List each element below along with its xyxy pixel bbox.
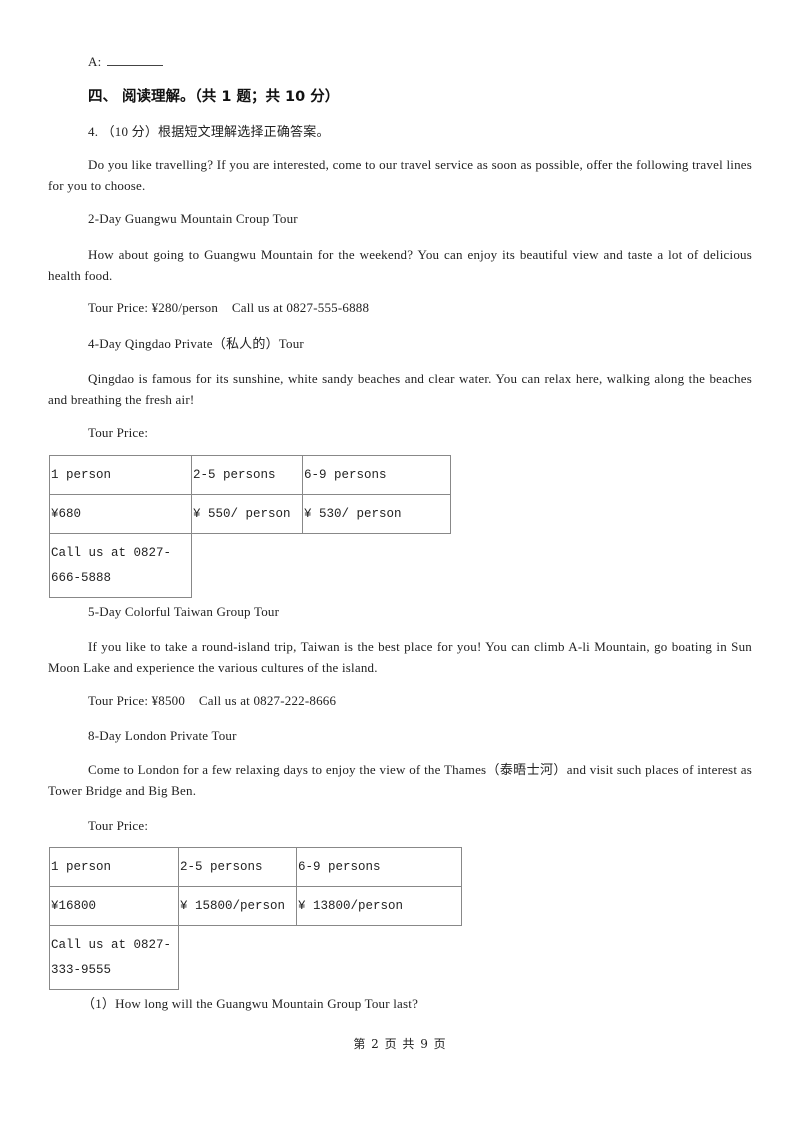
page-footer: 第 2 页 共 9 页 xyxy=(353,1037,447,1051)
answer-blank xyxy=(107,54,164,66)
table-cell: ¥ 13800/person xyxy=(296,886,462,926)
tour-price-guangwu: Tour Price: ¥280/person Call us at 0827-… xyxy=(88,300,370,315)
tour-title-guangwu: 2-Day Guangwu Mountain Croup Tour xyxy=(88,211,298,226)
tour-description-taiwan: If you like to take a round-island trip,… xyxy=(48,639,752,675)
empty-cell xyxy=(179,926,297,990)
empty-cell xyxy=(297,926,462,990)
table-row: ¥16800 ¥ 15800/person ¥ 13800/person xyxy=(49,886,462,926)
table-cell: 6-9 persons xyxy=(302,455,451,495)
sub-question-1: （1）How long will the Guangwu Mountain Gr… xyxy=(82,996,419,1011)
table-cell: 6-9 persons xyxy=(296,847,462,887)
table-row: Call us at 0827- 666-5888 xyxy=(49,533,451,598)
tour-title-qingdao: 4-Day Qingdao Private（私人的）Tour xyxy=(88,336,304,351)
price-table-qingdao: 1 person 2-5 persons 6-9 persons ¥680 ¥ … xyxy=(49,455,451,598)
table-cell-contact: Call us at 0827- 333-9555 xyxy=(49,925,179,990)
table-cell: 1 person xyxy=(49,455,192,495)
tour-description-qingdao: Qingdao is famous for its sunshine, whit… xyxy=(48,371,752,407)
section-heading: 四、 阅读理解。（共 1 题；共 10 分） xyxy=(88,89,340,105)
answer-prefix: A: xyxy=(88,54,102,69)
tour-price-taiwan: Tour Price: ¥8500 Call us at 0827-222-86… xyxy=(88,693,337,708)
answer-line-row: A: xyxy=(88,54,164,70)
table-row: 1 person 2-5 persons 6-9 persons xyxy=(49,847,462,887)
table-row: Call us at 0827- 333-9555 xyxy=(49,925,462,990)
contact-line: Call us at 0827- xyxy=(51,545,172,560)
table-cell: ¥ 15800/person xyxy=(178,886,297,926)
tour-description-guangwu: How about going to Guangwu Mountain for … xyxy=(48,247,752,283)
contact-line: Call us at 0827- xyxy=(51,937,172,952)
tour-price-label-qingdao: Tour Price: xyxy=(88,425,149,440)
intro-paragraph: Do you like travelling? If you are inter… xyxy=(48,157,752,193)
table-cell: 2-5 persons xyxy=(191,455,303,495)
tour-title-london: 8-Day London Private Tour xyxy=(88,728,237,743)
price-table-london: 1 person 2-5 persons 6-9 persons ¥16800 … xyxy=(49,847,462,990)
table-row: 1 person 2-5 persons 6-9 persons xyxy=(49,455,451,495)
table-cell: ¥ 530/ person xyxy=(302,494,451,534)
contact-line: 666-5888 xyxy=(51,570,112,585)
contact-line: 333-9555 xyxy=(51,962,112,977)
tour-description-london: Come to London for a few relaxing days t… xyxy=(48,762,752,798)
table-cell: ¥16800 xyxy=(49,886,179,926)
table-row: ¥680 ¥ 550/ person ¥ 530/ person xyxy=(49,494,451,534)
question-intro: 4. （10 分）根据短文理解选择正确答案。 xyxy=(88,124,330,139)
empty-cell xyxy=(303,534,451,598)
table-cell: ¥ 550/ person xyxy=(191,494,303,534)
table-cell: 2-5 persons xyxy=(178,847,297,887)
table-cell-contact: Call us at 0827- 666-5888 xyxy=(49,533,192,598)
tour-price-label-london: Tour Price: xyxy=(88,818,149,833)
table-cell: ¥680 xyxy=(49,494,192,534)
tour-title-taiwan: 5-Day Colorful Taiwan Group Tour xyxy=(88,604,280,619)
table-cell: 1 person xyxy=(49,847,179,887)
empty-cell xyxy=(192,534,303,598)
